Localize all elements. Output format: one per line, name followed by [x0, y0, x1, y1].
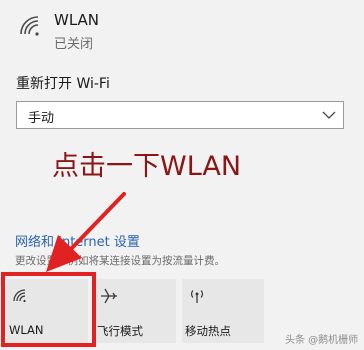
watermark: 头条 @鹅机栅师 [285, 335, 359, 346]
annotation-arrow [46, 192, 126, 272]
